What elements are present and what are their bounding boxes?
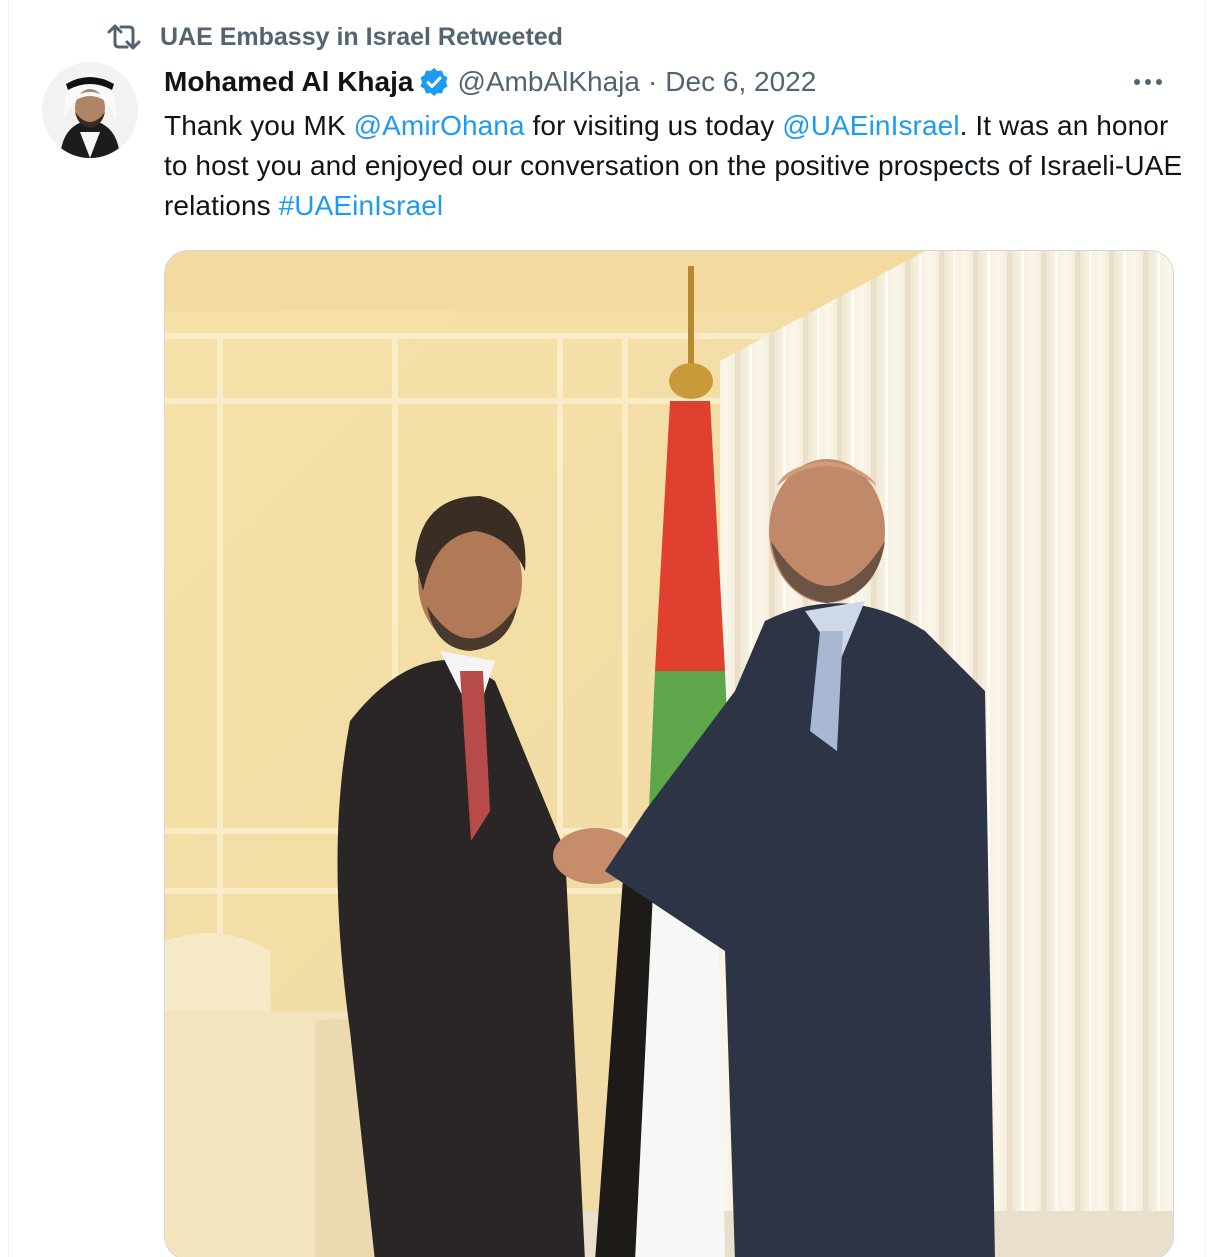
tweet-photo[interactable] [164,250,1174,1257]
separator-dot: · [647,66,658,97]
avatar[interactable] [42,62,138,158]
tweet-date[interactable]: Dec 6, 2022 [665,66,816,98]
mention-uaeinisrael-link[interactable]: @UAEinIsrael [782,110,959,141]
photo-handshake-image [165,251,1173,1257]
tweet-card[interactable]: UAE Embassy in Israel Retweeted Mohamed … [8,0,1205,1257]
tweet-text-segment: Thank you MK [164,110,354,141]
tweet-text-segment: for visiting us today [524,110,783,141]
retweet-label: UAE Embassy in Israel Retweeted [160,22,563,51]
retweet-context[interactable]: UAE Embassy in Israel Retweeted [107,20,563,54]
tweet-text: Thank you MK @AmirOhana for visiting us … [164,106,1184,226]
hashtag-uaeinisrael-link[interactable]: #UAEinIsrael [279,190,444,221]
tweet-header: Mohamed Al Khaja @AmbAlKhaja · Dec 6, 20… [164,62,816,102]
mention-amirohana-link[interactable]: @AmirOhana [354,110,525,141]
verified-badge-icon [419,67,449,97]
author-handle[interactable]: @AmbAlKhaja [457,66,640,98]
retweet-icon [107,22,141,52]
author-name[interactable]: Mohamed Al Khaja [164,66,413,98]
more-options-icon[interactable] [1130,70,1166,94]
